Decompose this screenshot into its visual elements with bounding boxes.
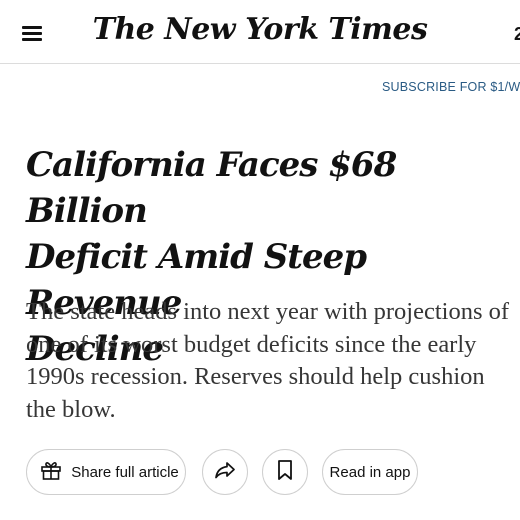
read-in-app-label: Read in app xyxy=(329,463,411,481)
nyt-logo[interactable]: The New York Times xyxy=(0,12,520,47)
share-article-label: Share full article xyxy=(71,463,179,481)
summary-line: one of its worst budget deficits since t… xyxy=(26,330,477,358)
share-forward-button[interactable] xyxy=(202,449,248,495)
top-navigation-bar: The New York Times 2 xyxy=(0,0,520,64)
bookmark-icon xyxy=(274,458,296,486)
save-bookmark-button[interactable] xyxy=(262,449,308,495)
summary-line: The state heads into next year with proj… xyxy=(26,298,510,325)
forward-arrow-icon xyxy=(213,458,237,486)
share-article-button[interactable]: Share full article xyxy=(26,449,186,495)
read-in-app-button[interactable]: Read in app xyxy=(322,449,418,495)
subscribe-link[interactable]: SUBSCRIBE FOR $1/WEEK xyxy=(382,80,520,94)
cropped-header-icon[interactable]: 2 xyxy=(514,24,520,45)
article-summary: The state heads into next year with proj… xyxy=(26,296,520,426)
summary-line: 1990s recession. Reserves should help cu… xyxy=(26,363,485,390)
headline-line: California Faces $68 Billion xyxy=(26,145,397,231)
gift-icon xyxy=(39,458,63,486)
summary-line: the blow. xyxy=(26,395,116,423)
